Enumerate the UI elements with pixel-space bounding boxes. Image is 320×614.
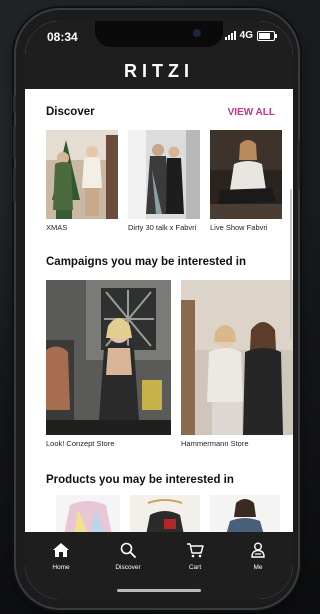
side-button-power — [297, 140, 300, 190]
side-button-volume-up — [13, 125, 16, 159]
product-image — [130, 495, 200, 532]
tab-label: Discover — [115, 564, 141, 571]
camera — [193, 29, 201, 37]
home-icon — [53, 543, 69, 557]
signal-icon — [224, 31, 236, 40]
tab-home[interactable]: Home — [35, 542, 87, 571]
tab-label: Cart — [188, 564, 202, 571]
discover-image-live-show — [210, 130, 282, 219]
campaign-card-look-conzept[interactable]: Look! Conzept Store — [46, 280, 171, 460]
bottom-tab-bar: Home Discover Cart Me — [25, 532, 293, 599]
discover-title: Discover — [46, 106, 95, 118]
discover-caption: XMAS — [46, 223, 68, 232]
campaigns-title: Campaigns you may be interested in — [46, 256, 247, 268]
discover-caption: Live Show Fabvri — [210, 223, 268, 232]
battery-icon — [257, 30, 277, 41]
home-indicator[interactable] — [117, 589, 201, 592]
product-card[interactable] — [130, 495, 200, 532]
discover-image-dirty30 — [128, 130, 200, 219]
products-title: Products you may be interested in — [46, 474, 234, 486]
discover-card-live-show[interactable]: Live Show Fabvri — [210, 130, 282, 232]
side-button-volume-down — [13, 168, 16, 202]
user-icon — [251, 542, 265, 558]
campaign-image-hammermann — [181, 280, 293, 435]
main-content[interactable]: Discover VIEW ALL XMAS Dirty 30 talk x F… — [25, 89, 293, 532]
campaign-card-hammermann[interactable]: Hammermann Store — [181, 280, 293, 460]
side-button-mute — [13, 95, 16, 113]
phone-screen: 08:34 4G RITZI Discover VIEW ALL XMAS Di… — [25, 21, 293, 599]
discover-caption: Dirty 30 talk x Fabvri — [128, 223, 197, 232]
product-card[interactable] — [56, 495, 120, 532]
scrollbar[interactable] — [290, 189, 292, 339]
product-image — [56, 495, 120, 532]
status-time: 08:34 — [47, 30, 78, 44]
discover-card-dirty30[interactable]: Dirty 30 talk x Fabvri — [128, 130, 200, 240]
view-all-link[interactable]: VIEW ALL — [228, 107, 275, 118]
campaign-caption: Hammermann Store — [181, 439, 249, 448]
app-logo: RITZI — [124, 61, 194, 81]
discover-card-xmas[interactable]: XMAS — [46, 130, 118, 232]
notch — [95, 21, 223, 47]
product-card[interactable] — [210, 495, 280, 532]
campaign-image-look-conzept — [46, 280, 171, 435]
search-icon — [120, 542, 136, 558]
tab-me[interactable]: Me — [232, 542, 284, 571]
cart-icon — [187, 543, 204, 558]
product-image — [210, 495, 280, 532]
tab-discover[interactable]: Discover — [102, 542, 154, 571]
tab-cart[interactable]: Cart — [169, 542, 221, 571]
tab-label: Me — [253, 564, 263, 571]
top-bar: 08:34 4G RITZI — [25, 21, 293, 89]
network-label: 4G — [239, 30, 253, 41]
campaign-caption: Look! Conzept Store — [46, 439, 115, 448]
tab-label: Home — [52, 564, 70, 571]
discover-image-xmas — [46, 130, 118, 219]
status-icons: 4G — [224, 30, 277, 41]
